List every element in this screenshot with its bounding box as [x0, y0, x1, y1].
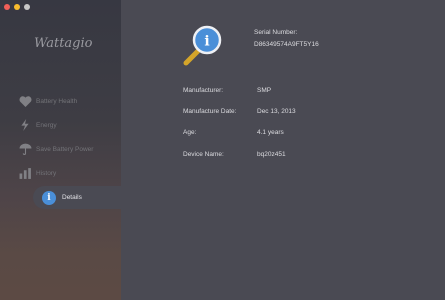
detail-label: Manufacture Date: [183, 108, 237, 115]
sidebar-item-details[interactable]: i Details [33, 186, 127, 209]
heart-icon [18, 95, 32, 107]
maximize-window-button[interactable] [24, 4, 30, 10]
detail-label: Device Name: [183, 151, 224, 158]
minimize-window-button[interactable] [14, 4, 20, 10]
bar-chart-icon [18, 167, 32, 179]
detail-value: SMP [257, 87, 272, 94]
window-controls [4, 4, 30, 10]
sidebar-item-energy[interactable]: Energy [18, 118, 57, 132]
sidebar-item-battery-health[interactable]: Battery Health [18, 94, 77, 108]
sidebar-item-label: Save Battery Power [36, 145, 94, 153]
magnifier-info-icon: i [181, 22, 241, 73]
svg-text:i: i [204, 34, 209, 50]
sidebar-item-history[interactable]: History [18, 166, 56, 180]
info-icon: i [42, 190, 56, 205]
detail-label: Age: [183, 129, 197, 136]
sidebar: Wattagio Battery Health Energy Save Batt… [0, 0, 121, 300]
sidebar-item-label: Battery Health [36, 97, 78, 105]
umbrella-icon [18, 143, 32, 155]
sidebar-item-label: Energy [36, 121, 57, 129]
close-window-button[interactable] [4, 4, 10, 10]
sidebar-item-label: History [36, 169, 57, 177]
sidebar-item-save-battery-power[interactable]: Save Battery Power [18, 142, 93, 156]
detail-label: Manufacturer: [183, 87, 224, 94]
detail-value: Dec 13, 2013 [257, 108, 296, 115]
detail-value: 4.1 years [257, 129, 284, 136]
serial-number-label: Serial Number: [254, 29, 298, 36]
sidebar-item-label: Details [62, 194, 82, 201]
details-panel: i Serial Number: D86349574A9FT5Y16 Manuf… [121, 0, 445, 300]
lightning-icon [18, 119, 32, 131]
app-logo: Wattagio [34, 36, 93, 51]
serial-number-value: D86349574A9FT5Y16 [254, 41, 319, 48]
detail-value: bq20z451 [257, 151, 286, 158]
